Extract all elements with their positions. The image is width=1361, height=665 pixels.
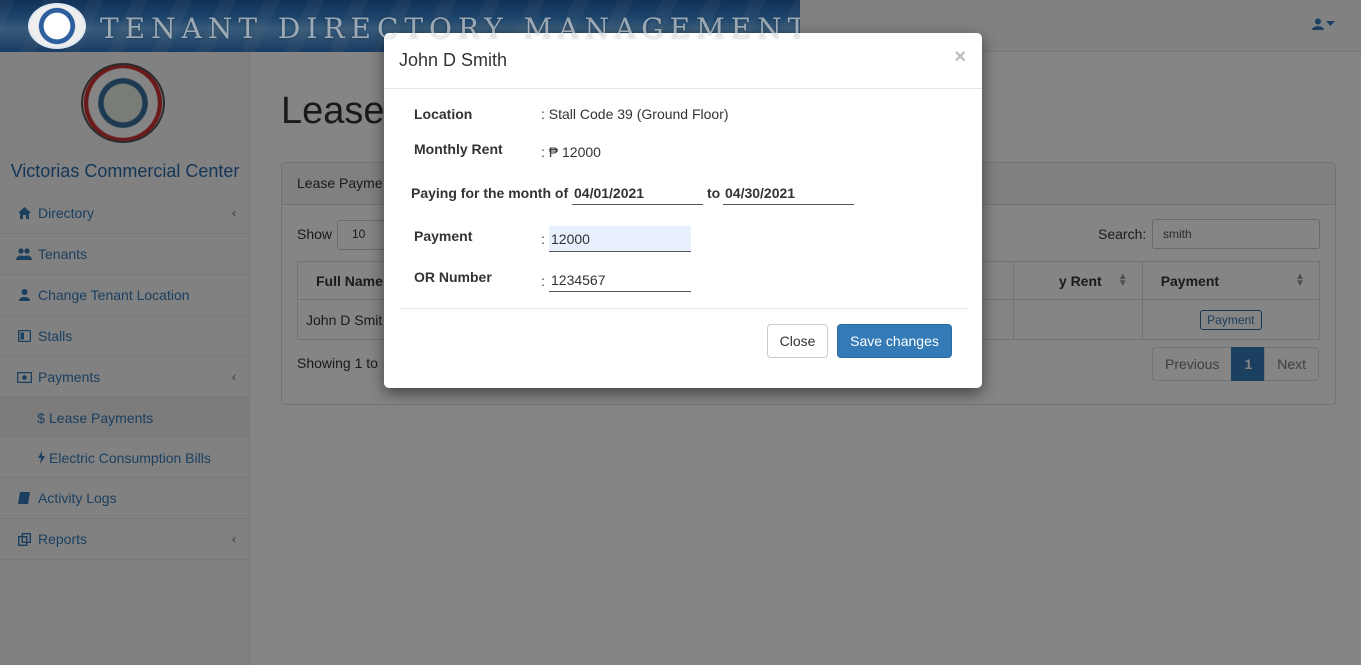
- or-number-input[interactable]: [549, 268, 691, 292]
- colon-separator: :: [541, 273, 545, 289]
- city-seal-logo: [28, 3, 86, 49]
- payment-input[interactable]: [549, 226, 691, 252]
- location-value: : Stall Code 39 (Ground Floor): [541, 106, 729, 122]
- save-changes-button[interactable]: Save changes: [837, 324, 952, 358]
- close-button[interactable]: Close: [767, 324, 828, 358]
- colon-separator: :: [541, 231, 545, 247]
- location-label: Location: [414, 106, 473, 122]
- banner-title: TENANT DIRECTORY MANAGEMENT: [100, 12, 800, 45]
- payment-label: Payment: [414, 228, 473, 244]
- to-label: to: [707, 185, 721, 201]
- or-number-label: OR Number: [414, 269, 492, 285]
- modal-title: John D Smith: [399, 50, 508, 70]
- close-icon[interactable]: ×: [954, 46, 966, 69]
- date-to-input[interactable]: [723, 181, 854, 205]
- modal-footer-divider: [399, 308, 967, 309]
- payment-modal: John D Smith × Location : Stall Code 39 …: [384, 33, 982, 388]
- paying-month-label: Paying for the month of: [411, 185, 569, 201]
- date-from-input[interactable]: [572, 181, 703, 205]
- monthly-rent-value: : ₱ 12000: [541, 144, 601, 160]
- monthly-rent-label: Monthly Rent: [414, 141, 503, 157]
